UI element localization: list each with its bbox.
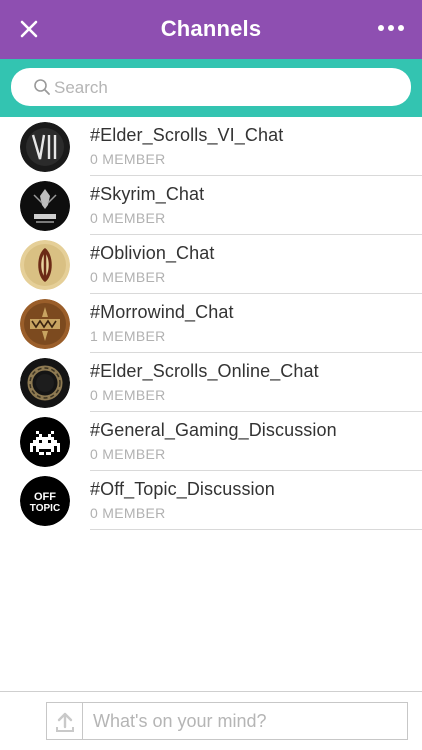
channel-row[interactable]: OFF TOPIC #Off_Topic_Discussion 0 MEMBER xyxy=(0,471,422,530)
message-placeholder: What's on your mind? xyxy=(93,711,267,731)
skyrim-logo xyxy=(20,181,70,231)
search-input[interactable]: Search xyxy=(11,68,411,106)
elder-scrolls-vi-logo xyxy=(20,122,70,172)
morrowind-logo xyxy=(20,299,70,349)
member-count: 0 MEMBER xyxy=(90,210,166,226)
channel-name: #Off_Topic_Discussion xyxy=(90,479,275,499)
channel-row[interactable]: #Oblivion_Chat 0 MEMBER xyxy=(0,235,422,294)
channel-row[interactable]: #Elder_Scrolls_VI_Chat 0 MEMBER xyxy=(0,117,422,176)
space-invader-logo xyxy=(20,417,70,467)
member-count: 0 MEMBER xyxy=(90,269,166,285)
channel-list: #Elder_Scrolls_VI_Chat 0 MEMBER #Skyrim_… xyxy=(0,117,422,530)
channel-row[interactable]: #General_Gaming_Discussion 0 MEMBER xyxy=(0,412,422,471)
channel-row[interactable]: #Skyrim_Chat 0 MEMBER xyxy=(0,176,422,235)
channel-name: #Elder_Scrolls_VI_Chat xyxy=(90,125,284,145)
channel-name: #Oblivion_Chat xyxy=(90,243,215,263)
off-topic-logo-line1: OFF xyxy=(34,491,56,503)
channel-row[interactable]: #Elder_Scrolls_Online_Chat 0 MEMBER xyxy=(0,353,422,412)
divider xyxy=(90,529,422,530)
channel-row[interactable]: #Morrowind_Chat 1 MEMBER xyxy=(0,294,422,353)
member-count: 0 MEMBER xyxy=(90,446,166,462)
search-placeholder: Search xyxy=(54,78,108,97)
composer-bar: What's on your mind? xyxy=(0,691,422,750)
channel-name: #Morrowind_Chat xyxy=(90,302,234,322)
upload-icon xyxy=(56,712,74,732)
off-topic-logo: OFF TOPIC xyxy=(20,476,70,526)
member-count: 1 MEMBER xyxy=(90,328,166,344)
upload-button[interactable] xyxy=(47,703,83,739)
member-count: 0 MEMBER xyxy=(90,505,166,521)
search-bar: Search xyxy=(0,59,422,117)
elder-scrolls-online-logo xyxy=(20,358,70,408)
page-title: Channels xyxy=(160,16,262,41)
channel-name: #Skyrim_Chat xyxy=(90,184,205,204)
channel-name: #General_Gaming_Discussion xyxy=(90,420,337,440)
member-count: 0 MEMBER xyxy=(90,151,166,167)
header-bar: Channels xyxy=(0,0,422,59)
channel-name: #Elder_Scrolls_Online_Chat xyxy=(90,361,319,381)
member-count: 0 MEMBER xyxy=(90,387,166,403)
search-icon xyxy=(34,79,50,95)
oblivion-logo xyxy=(20,240,70,290)
message-input[interactable]: What's on your mind? xyxy=(46,702,408,740)
off-topic-logo-line2: TOPIC xyxy=(30,503,60,514)
more-horizontal-icon[interactable] xyxy=(374,16,408,40)
